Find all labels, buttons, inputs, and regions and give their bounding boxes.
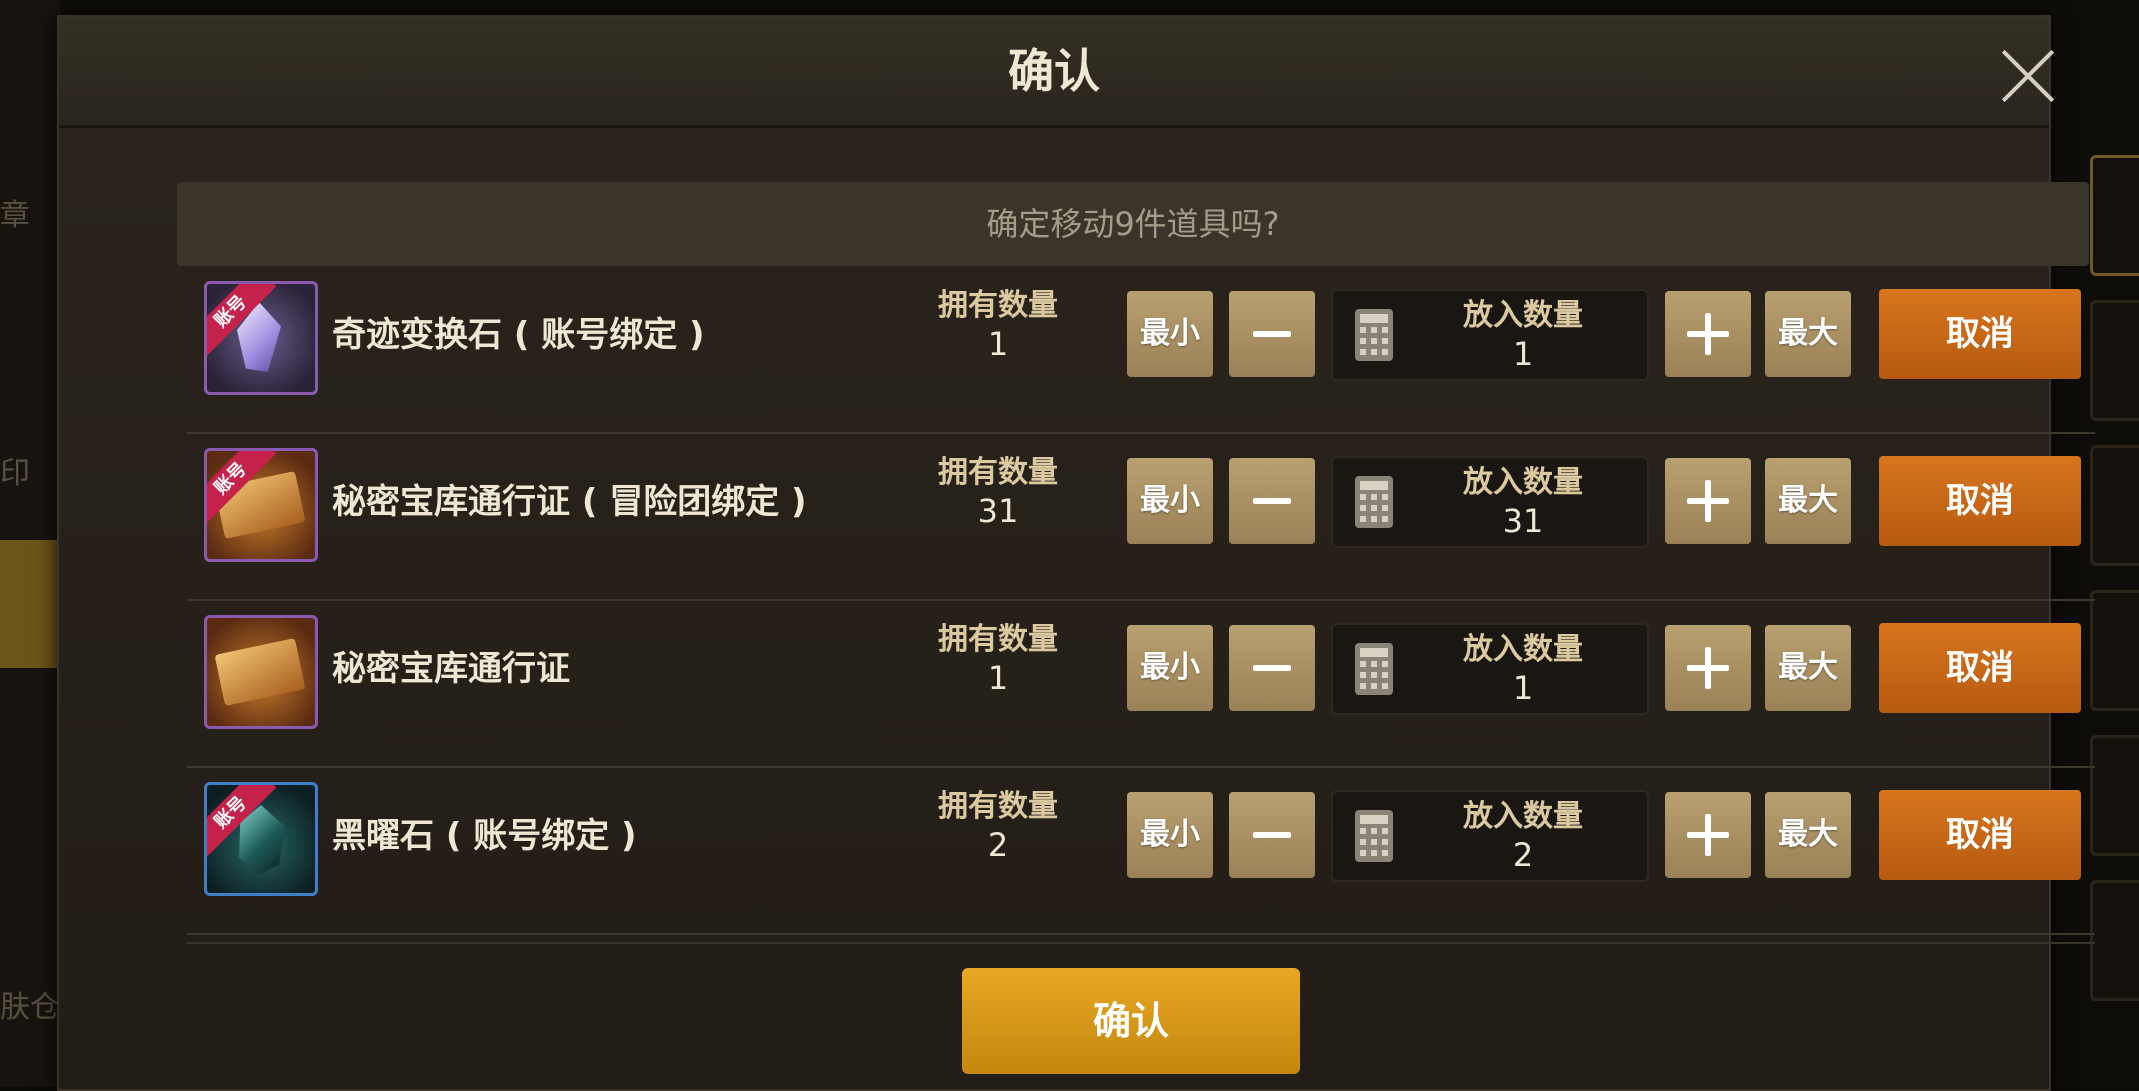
minus-icon — [1253, 331, 1291, 337]
put-in-quantity: 放入数量 31 — [1331, 456, 1649, 548]
background-left-label: 印 — [0, 456, 30, 491]
owned-label: 拥有数量 — [938, 455, 1058, 490]
calculator-icon[interactable] — [1355, 810, 1393, 862]
minus-icon — [1253, 498, 1291, 504]
put-in-label: 放入数量 — [1463, 632, 1583, 667]
max-button-label: 最大 — [1778, 650, 1838, 685]
item-name: 黑曜石 ( 账号绑定 ) — [332, 816, 637, 856]
increase-button[interactable] — [1665, 458, 1751, 544]
prompt-text: 确定移动9件道具吗? — [986, 205, 1280, 243]
calculator-icon[interactable] — [1355, 309, 1393, 361]
put-in-quantity: 放入数量 1 — [1331, 289, 1649, 381]
increase-button[interactable] — [1665, 625, 1751, 711]
max-button[interactable]: 最大 — [1765, 458, 1851, 544]
confirm-dialog: 确认 确定移动9件道具吗? 账号 奇迹变换石 ( 账号绑定 ) 拥有数量 1 最… — [57, 15, 2095, 1091]
min-button[interactable]: 最小 — [1127, 458, 1213, 544]
ticket-icon — [204, 615, 318, 729]
dialog-header: 确认 — [59, 17, 2049, 128]
owned-value: 31 — [977, 492, 1019, 530]
close-icon[interactable] — [1999, 47, 2057, 105]
cancel-button[interactable]: 取消 — [1879, 623, 2081, 713]
background-left-label: 肤仓 — [0, 990, 60, 1025]
owned-count: 拥有数量 2 — [923, 788, 1073, 864]
min-button-label: 最小 — [1140, 650, 1200, 685]
owned-label: 拥有数量 — [938, 622, 1058, 657]
confirm-button[interactable]: 确认 — [962, 968, 1300, 1074]
background-slot — [2090, 300, 2139, 421]
max-button[interactable]: 最大 — [1765, 792, 1851, 878]
put-in-value[interactable]: 1 — [1423, 335, 1623, 373]
background-slot — [2090, 155, 2139, 276]
decrease-button[interactable] — [1229, 792, 1315, 878]
put-in-value[interactable]: 1 — [1423, 669, 1623, 707]
item-name: 奇迹变换石 ( 账号绑定 ) — [332, 315, 705, 355]
put-in-label: 放入数量 — [1463, 465, 1583, 500]
background-slot — [2090, 445, 2139, 566]
decrease-button[interactable] — [1229, 458, 1315, 544]
cancel-button-label: 取消 — [1946, 815, 2014, 855]
background-slot — [2090, 735, 2139, 856]
item-name: 秘密宝库通行证 ( 冒险团绑定 ) — [332, 482, 807, 522]
item-name: 秘密宝库通行证 — [332, 649, 570, 689]
background-tab-highlight — [0, 540, 58, 668]
owned-count: 拥有数量 1 — [923, 621, 1073, 697]
owned-value: 1 — [987, 659, 1009, 697]
put-in-quantity: 放入数量 1 — [1331, 623, 1649, 715]
dialog-title: 确认 — [1008, 44, 1100, 98]
decrease-button[interactable] — [1229, 625, 1315, 711]
max-button[interactable]: 最大 — [1765, 625, 1851, 711]
background-slot — [2090, 590, 2139, 711]
background-left-label: 章 — [0, 198, 30, 233]
put-in-label: 放入数量 — [1463, 799, 1583, 834]
confirm-button-label: 确认 — [1092, 999, 1169, 1043]
cancel-button[interactable]: 取消 — [1879, 790, 2081, 880]
max-button-label: 最大 — [1778, 483, 1838, 518]
cancel-button[interactable]: 取消 — [1879, 289, 2081, 379]
background-slot — [2090, 880, 2139, 1001]
minus-icon — [1253, 832, 1291, 838]
minus-icon — [1253, 665, 1291, 671]
divider — [187, 942, 2095, 944]
cancel-button[interactable]: 取消 — [1879, 456, 2081, 546]
increase-button[interactable] — [1665, 792, 1751, 878]
decrease-button[interactable] — [1229, 291, 1315, 377]
owned-count: 拥有数量 1 — [923, 287, 1073, 363]
put-in-value[interactable]: 31 — [1423, 502, 1623, 540]
min-button-label: 最小 — [1140, 817, 1200, 852]
put-in-label: 放入数量 — [1463, 298, 1583, 333]
owned-value: 2 — [987, 826, 1009, 864]
min-button-label: 最小 — [1140, 316, 1200, 351]
increase-button[interactable] — [1665, 291, 1751, 377]
calculator-icon[interactable] — [1355, 476, 1393, 528]
put-in-value[interactable]: 2 — [1423, 836, 1623, 874]
owned-label: 拥有数量 — [938, 288, 1058, 323]
calculator-icon[interactable] — [1355, 643, 1393, 695]
put-in-quantity: 放入数量 2 — [1331, 790, 1649, 882]
cancel-button-label: 取消 — [1946, 314, 2014, 354]
crystal-icon: 账号 — [204, 281, 318, 395]
min-button[interactable]: 最小 — [1127, 625, 1213, 711]
cancel-button-label: 取消 — [1946, 481, 2014, 521]
max-button-label: 最大 — [1778, 817, 1838, 852]
cancel-button-label: 取消 — [1946, 648, 2014, 688]
min-button-label: 最小 — [1140, 483, 1200, 518]
owned-value: 1 — [987, 325, 1009, 363]
owned-label: 拥有数量 — [938, 789, 1058, 824]
max-button[interactable]: 最大 — [1765, 291, 1851, 377]
item-row: 账号 黑曜石 ( 账号绑定 ) 拥有数量 2 最小 放入数量 2 最大 取消 — [187, 766, 2095, 935]
owned-count: 拥有数量 31 — [923, 454, 1073, 530]
obsidian-icon: 账号 — [204, 782, 318, 896]
item-row: 账号 秘密宝库通行证 ( 冒险团绑定 ) 拥有数量 31 最小 放入数量 31 … — [187, 432, 2095, 601]
ticket-icon: 账号 — [204, 448, 318, 562]
min-button[interactable]: 最小 — [1127, 291, 1213, 377]
min-button[interactable]: 最小 — [1127, 792, 1213, 878]
max-button-label: 最大 — [1778, 316, 1838, 351]
prompt-bar: 确定移动9件道具吗? — [177, 182, 2089, 266]
item-row: 秘密宝库通行证 拥有数量 1 最小 放入数量 1 最大 取消 — [187, 599, 2095, 768]
item-row: 账号 奇迹变换石 ( 账号绑定 ) 拥有数量 1 最小 放入数量 1 最大 取消 — [187, 265, 2095, 434]
